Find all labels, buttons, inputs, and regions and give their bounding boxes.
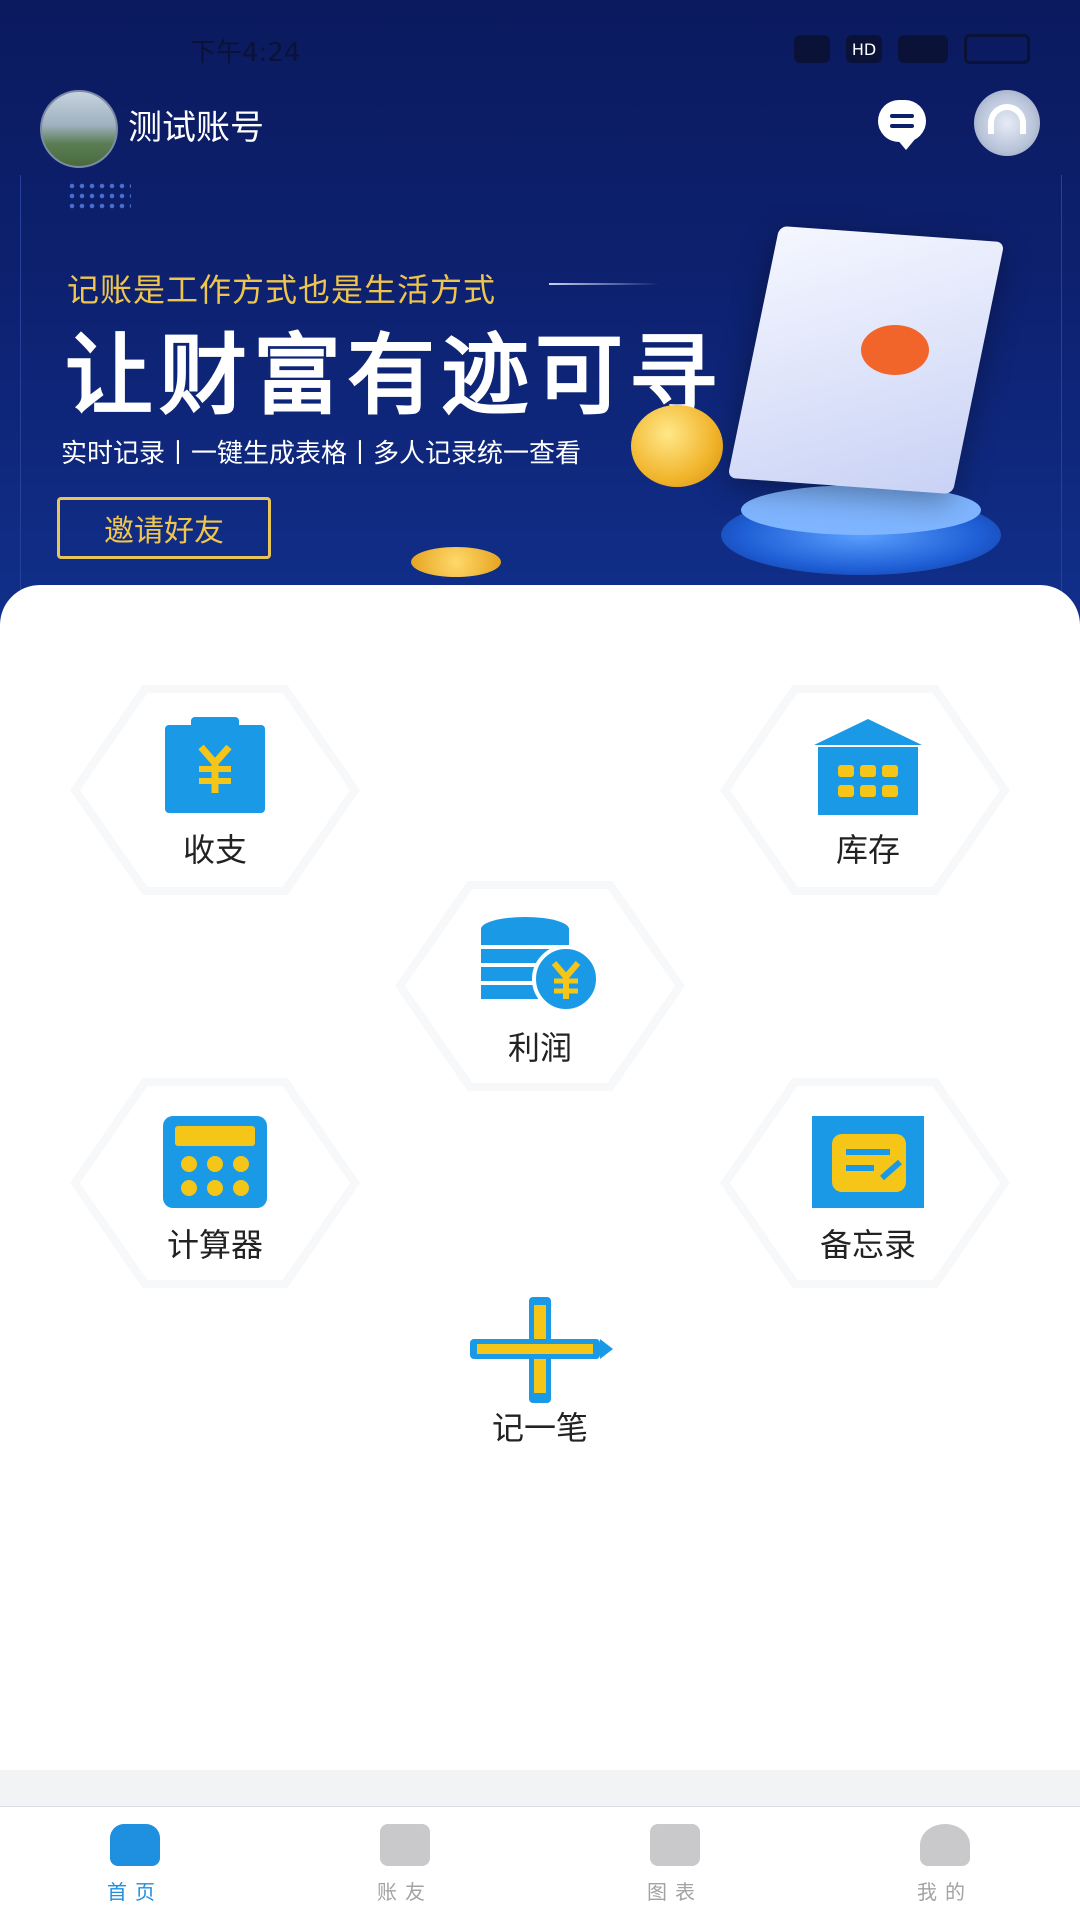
feature-label: 利润 [507,1029,572,1067]
nav-item-mine[interactable]: 我的 [810,1807,1080,1921]
feature-label: 记一笔 [491,1409,588,1447]
status-icons: HD [794,34,1030,64]
dot-pattern [67,181,131,209]
account-name[interactable]: 测试账号 [128,100,264,149]
feature-inventory[interactable]: 库存 [768,717,968,871]
nav-separator [0,1770,1080,1806]
coin-graphic [631,405,723,487]
small-coins-graphic [411,547,501,577]
nav-label: 账友 [377,1879,433,1904]
slogan-divider [549,283,659,285]
calculator-icon [155,1112,275,1212]
pencil-cross-icon [470,1295,613,1403]
hd-icon: HD [846,35,882,63]
nav-item-friends[interactable]: 账友 [270,1807,540,1921]
nav-label: 我的 [917,1879,973,1904]
status-bar: 下午4:24 HD [0,0,1080,100]
promo-banner[interactable]: 记账是工作方式也是生活方式 让财富有迹可寻 实时记录丨一键生成表格丨多人记录统一… [20,175,1062,595]
feature-profit[interactable]: 利润 [440,915,640,1069]
coins-yen-icon [480,915,600,1015]
battery-icon [964,34,1030,64]
customer-service-icon[interactable] [974,90,1040,156]
feature-label: 备忘录 [819,1226,916,1264]
message-icon[interactable] [878,100,926,142]
feature-calculator[interactable]: 计算器 [115,1112,315,1266]
bottom-nav: 首页 账友 图表 我的 [0,1806,1080,1921]
banner-illustration [631,215,1080,595]
clipboard-yen-icon [155,717,275,817]
nav-label: 图表 [647,1879,703,1904]
banner-slogan-sub: 实时记录丨一键生成表格丨多人记录统一查看 [61,439,582,469]
list-icon [380,1823,430,1866]
status-time: 下午4:24 [190,38,301,68]
feature-label: 库存 [835,831,900,869]
nav-item-charts[interactable]: 图表 [540,1807,810,1921]
feature-memo[interactable]: 备忘录 [768,1112,968,1266]
invite-friends-button[interactable]: 邀请好友 [57,497,271,559]
message-icon-tail [896,138,916,150]
pie-chart-graphic [861,325,929,375]
banner-slogan-main: 让财富有迹可寻 [65,323,724,427]
header-area: 下午4:24 HD 测试账号 记账是工作方式也是生活方式 让财富有迹可寻 实时记… [0,0,1080,640]
warehouse-icon [808,717,928,817]
user-icon [920,1823,970,1866]
avatar[interactable] [40,90,118,168]
chart-icon [650,1823,700,1866]
feature-label: 收支 [182,831,247,869]
feature-income-expense[interactable]: 收支 [115,717,315,871]
nav-label: 首页 [107,1879,163,1904]
feature-panel: 收支 库存 利润 计算器 备忘录 记一笔 [0,585,1080,1775]
nav-item-home[interactable]: 首页 [0,1807,270,1921]
signal-icon [898,35,948,63]
alarm-icon [794,35,830,63]
memo-icon [808,1112,928,1212]
feature-record[interactable]: 记一笔 [440,1295,640,1449]
home-icon [110,1823,160,1866]
feature-label: 计算器 [166,1226,263,1264]
